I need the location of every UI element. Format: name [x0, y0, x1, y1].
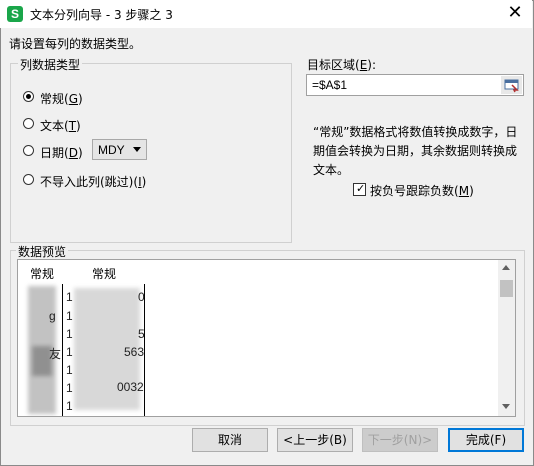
radio-skip-label: 不导入此列(跳过)(I) — [40, 175, 147, 189]
date-format-dropdown[interactable]: MDY — [92, 139, 147, 160]
preview-cell: 1 — [66, 363, 73, 377]
wps-app-icon: S — [7, 6, 23, 22]
cancel-button[interactable]: 取消 — [192, 428, 268, 452]
preview-scrollbar[interactable] — [498, 260, 515, 416]
range-picker-icon — [504, 79, 519, 93]
preview-cell: 1 — [66, 327, 73, 341]
scroll-up-icon[interactable] — [502, 265, 510, 270]
target-area-label: 目标区域(E): — [307, 58, 377, 72]
preview-cell: 1 — [66, 381, 73, 395]
close-icon[interactable]: ✕ — [500, 2, 530, 26]
negative-sign-label: 按负号跟踪负数(M) — [370, 184, 474, 198]
preview-cell: g — [49, 309, 56, 323]
radio-general-label: 常规(G) — [40, 92, 83, 106]
preview-cell: 563 — [124, 345, 145, 359]
target-area-value: =$A$1 — [312, 78, 348, 92]
radio-general-circle[interactable] — [23, 91, 34, 102]
chevron-down-icon — [133, 147, 141, 152]
preview-cell: 0 — [138, 290, 145, 304]
back-button[interactable]: <上一步(B) — [277, 428, 353, 452]
window-title: 文本分列向导 - 3 步骤之 3 — [30, 8, 173, 22]
instruction-text: 请设置每列的数据类型。 — [9, 37, 142, 51]
preview-cell: 0032 — [117, 380, 144, 394]
date-format-value: MDY — [98, 143, 125, 157]
column-type-group-label: 列数据类型 — [18, 56, 83, 73]
preview-column-header-2[interactable]: 常规 — [92, 265, 116, 282]
radio-date-label: 日期(D) — [40, 146, 83, 160]
radio-date-circle[interactable] — [23, 145, 34, 156]
negative-sign-checkbox[interactable]: ✓ — [353, 182, 366, 196]
finish-button[interactable]: 完成(F) — [448, 428, 524, 452]
radio-text-label: 文本(T) — [40, 119, 81, 133]
format-description: “常规”数据格式将数值转换成数字，日期值会转换为日期，其余数据则转换成文本。 — [313, 125, 518, 177]
title-bar: S 文本分列向导 - 3 步骤之 3 ✕ — [0, 0, 532, 28]
scrollbar-thumb[interactable] — [500, 280, 513, 297]
preview-cell: 1 — [66, 290, 73, 304]
radio-skip-circle[interactable] — [23, 174, 34, 185]
preview-column-header-1[interactable]: 常规 — [30, 265, 54, 282]
preview-cell: 友 — [49, 347, 62, 361]
next-button[interactable]: 下一步(N)> — [362, 428, 438, 452]
data-preview-area[interactable]: 常规 常规 1 1 1 1 1 1 1 0 g 5 友 563 0032 — [17, 259, 516, 417]
preview-cell: 1 — [66, 345, 73, 359]
radio-text-circle[interactable] — [23, 118, 34, 129]
column-separator-1 — [62, 284, 63, 416]
checkmark-icon: ✓ — [356, 182, 366, 195]
scroll-down-icon[interactable] — [502, 404, 510, 409]
target-area-input[interactable]: =$A$1 — [306, 74, 524, 96]
preview-group-label: 数据预览 — [16, 243, 69, 260]
preview-cell: 1 — [66, 399, 73, 413]
range-picker-button[interactable] — [501, 76, 522, 94]
preview-cell: 5 — [138, 327, 145, 341]
preview-cell: 1 — [66, 309, 73, 323]
